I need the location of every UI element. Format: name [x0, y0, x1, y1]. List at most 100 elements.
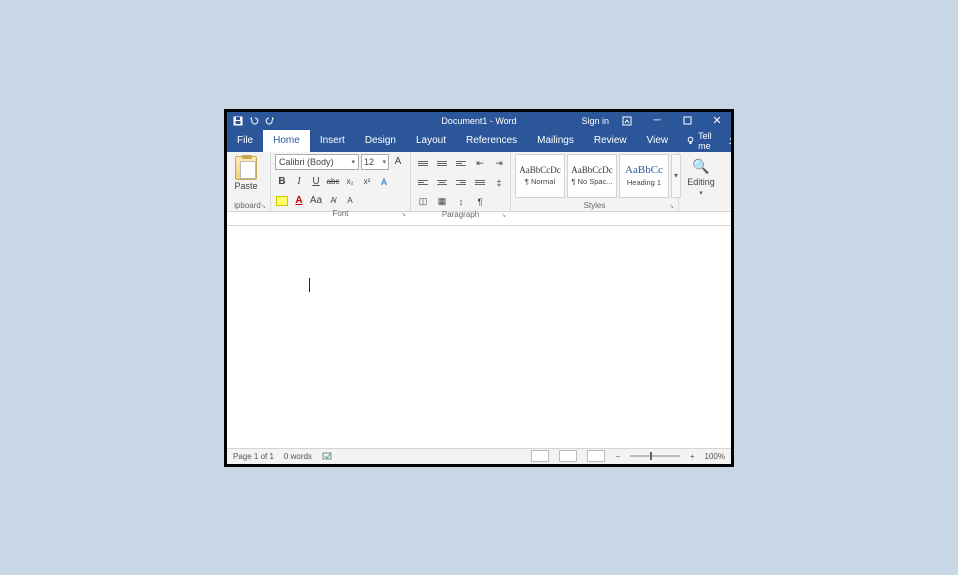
- share-button[interactable]: Share: [720, 130, 734, 152]
- paragraph-group: ⇤ ⇥ ‡ ◫ ▦ ↕ ¶ Paragraph: [411, 152, 511, 211]
- undo-icon[interactable]: [249, 116, 259, 126]
- justify-button[interactable]: [472, 176, 488, 190]
- align-right-button[interactable]: [453, 176, 469, 190]
- style-name: ¶ No Spac...: [571, 177, 612, 186]
- window-title: Document1 - Word: [441, 116, 516, 126]
- highlight-button[interactable]: [275, 194, 289, 208]
- style-sample: AaBbCcDc: [571, 165, 613, 175]
- strikethrough-button[interactable]: abc: [326, 175, 340, 189]
- style-sample: AaBbCcDc: [519, 165, 561, 175]
- titlebar-right: Sign in ─ ✕: [581, 112, 731, 130]
- web-layout-button[interactable]: [587, 450, 605, 462]
- decrease-indent-button[interactable]: ⇤: [472, 157, 488, 171]
- multilevel-button[interactable]: [453, 157, 469, 171]
- close-icon[interactable]: ✕: [705, 112, 729, 130]
- save-icon[interactable]: [233, 116, 243, 126]
- text-effects-button[interactable]: A: [377, 175, 391, 189]
- highlight-icon: [276, 196, 288, 206]
- style-name: Heading 1: [627, 178, 661, 187]
- paragraph-group-label: Paragraph: [415, 209, 506, 220]
- read-mode-button[interactable]: [531, 450, 549, 462]
- text-cursor: [309, 278, 310, 292]
- align-left-button[interactable]: [415, 176, 431, 190]
- spellcheck-icon[interactable]: [322, 451, 334, 461]
- chevron-down-icon: ▾: [382, 158, 386, 166]
- tab-view[interactable]: View: [637, 130, 679, 152]
- styles-group: AaBbCcDc ¶ Normal AaBbCcDc ¶ No Spac... …: [511, 152, 679, 211]
- shading-button[interactable]: ◫: [415, 195, 431, 209]
- sort-button[interactable]: ↕: [453, 195, 469, 209]
- document-area[interactable]: [227, 226, 731, 448]
- chevron-down-icon: ▾: [699, 189, 703, 197]
- shrink-font-icon[interactable]: A: [343, 194, 357, 208]
- align-center-button[interactable]: [434, 176, 450, 190]
- font-group: Calibri (Body) ▾ 12 ▾ A B I U abc x₂ x²: [271, 152, 411, 211]
- style-sample: AaBbCc: [625, 164, 663, 176]
- styles-group-label: Styles: [515, 200, 674, 211]
- style-heading-1[interactable]: AaBbCc Heading 1: [619, 154, 669, 198]
- sign-in-link[interactable]: Sign in: [581, 116, 609, 126]
- lightbulb-icon: [686, 136, 695, 145]
- font-group-label: Font: [275, 208, 406, 219]
- font-size-select[interactable]: 12 ▾: [361, 154, 389, 170]
- minimize-icon[interactable]: ─: [645, 112, 669, 130]
- maximize-icon[interactable]: [675, 112, 699, 130]
- document-page[interactable]: [255, 232, 703, 448]
- tab-insert[interactable]: Insert: [310, 130, 355, 152]
- style-no-spacing[interactable]: AaBbCcDc ¶ No Spac...: [567, 154, 617, 198]
- tell-me-label: Tell me: [698, 131, 712, 151]
- page-count[interactable]: Page 1 of 1: [233, 452, 274, 461]
- tab-layout[interactable]: Layout: [406, 130, 456, 152]
- show-marks-button[interactable]: ¶: [472, 195, 488, 209]
- editing-button[interactable]: 🔍 Editing ▾: [683, 154, 719, 197]
- numbering-button[interactable]: [434, 157, 450, 171]
- zoom-level[interactable]: 100%: [705, 452, 725, 461]
- paste-button[interactable]: Paste: [229, 154, 263, 191]
- bullets-button[interactable]: [415, 157, 431, 171]
- editing-group: 🔍 Editing ▾ .: [679, 152, 723, 211]
- grow-font-icon[interactable]: A: [391, 155, 405, 169]
- tab-file[interactable]: File: [227, 130, 263, 152]
- clipboard-group: Paste ipboard: [227, 152, 271, 211]
- zoom-slider[interactable]: [630, 455, 680, 457]
- superscript-button[interactable]: x²: [360, 175, 374, 189]
- tab-references[interactable]: References: [456, 130, 527, 152]
- subscript-button[interactable]: x₂: [343, 175, 357, 189]
- ribbon-display-options-icon[interactable]: [615, 112, 639, 130]
- word-window: Document1 - Word Sign in ─ ✕ File Home I…: [224, 109, 734, 467]
- word-count[interactable]: 0 words: [284, 452, 312, 461]
- clear-formatting-button[interactable]: A̸: [326, 194, 340, 208]
- status-bar: Page 1 of 1 0 words − + 100%: [227, 448, 731, 464]
- font-name-select[interactable]: Calibri (Body) ▾: [275, 154, 359, 170]
- increase-indent-button[interactable]: ⇥: [491, 157, 507, 171]
- change-case-button[interactable]: Aa: [309, 194, 323, 208]
- tab-mailings[interactable]: Mailings: [527, 130, 584, 152]
- redo-icon[interactable]: [265, 116, 275, 126]
- tab-design[interactable]: Design: [355, 130, 406, 152]
- zoom-out-button[interactable]: −: [615, 452, 620, 461]
- zoom-in-button[interactable]: +: [690, 452, 695, 461]
- print-layout-button[interactable]: [559, 450, 577, 462]
- style-normal[interactable]: AaBbCcDc ¶ Normal: [515, 154, 565, 198]
- person-icon: [728, 136, 734, 145]
- style-name: ¶ Normal: [525, 177, 555, 186]
- font-color-button[interactable]: A: [292, 194, 306, 208]
- ribbon: Paste ipboard Calibri (Body) ▾ 12 ▾ A: [227, 152, 731, 212]
- editing-label: Editing: [687, 177, 715, 187]
- underline-button[interactable]: U: [309, 175, 323, 189]
- italic-button[interactable]: I: [292, 175, 306, 189]
- find-icon: 🔍: [692, 158, 709, 175]
- chevron-down-icon: ▾: [351, 158, 355, 166]
- titlebar: Document1 - Word Sign in ─ ✕: [227, 112, 731, 130]
- line-spacing-button[interactable]: ‡: [491, 176, 507, 190]
- clipboard-group-label: ipboard: [229, 200, 266, 211]
- borders-button[interactable]: ▦: [434, 195, 450, 209]
- tab-home[interactable]: Home: [263, 130, 310, 152]
- tell-me[interactable]: Tell me: [678, 130, 720, 152]
- ribbon-tabs: File Home Insert Design Layout Reference…: [227, 130, 731, 152]
- font-size-value: 12: [364, 157, 374, 167]
- font-name-value: Calibri (Body): [279, 157, 334, 167]
- bold-button[interactable]: B: [275, 175, 289, 189]
- tab-review[interactable]: Review: [584, 130, 637, 152]
- style-gallery: AaBbCcDc ¶ Normal AaBbCcDc ¶ No Spac... …: [515, 154, 681, 198]
